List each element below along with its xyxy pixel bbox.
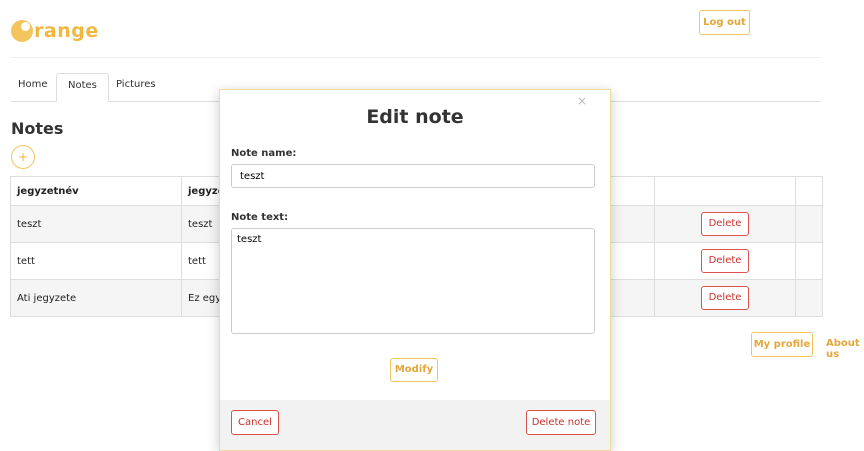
- actions-cell: Delete: [654, 242, 796, 280]
- brand-logo[interactable]: range: [11, 20, 99, 42]
- tab-notes[interactable]: Notes: [56, 73, 109, 102]
- about-us-link[interactable]: About us: [826, 338, 864, 360]
- note-name-cell: tett: [10, 242, 182, 280]
- tab-pictures[interactable]: Pictures: [116, 73, 156, 100]
- cancel-button[interactable]: Cancel: [231, 410, 279, 435]
- brand-text: range: [34, 20, 99, 42]
- column-header-actions: [654, 176, 796, 206]
- orange-logo-icon: [11, 20, 33, 42]
- modify-button[interactable]: Modify: [390, 358, 438, 382]
- empty-cell: [795, 205, 823, 243]
- delete-button[interactable]: Delete: [701, 249, 749, 273]
- close-icon[interactable]: ×: [577, 94, 587, 108]
- note-name-cell: teszt: [10, 205, 182, 243]
- column-header-name: jegyzetnév: [10, 176, 182, 206]
- page-title: Notes: [11, 119, 64, 138]
- note-text-input[interactable]: teszt: [231, 228, 595, 334]
- column-header-extra: [795, 176, 823, 206]
- delete-button[interactable]: Delete: [701, 286, 749, 310]
- modal-title: Edit note: [366, 106, 464, 128]
- logout-button[interactable]: Log out: [699, 10, 750, 35]
- note-name-cell: Ati jegyzete: [10, 279, 182, 317]
- delete-button[interactable]: Delete: [701, 212, 749, 236]
- actions-cell: Delete: [654, 279, 796, 317]
- empty-cell: [795, 242, 823, 280]
- my-profile-button[interactable]: My profile: [751, 332, 813, 357]
- note-name-label: Note name:: [231, 148, 297, 159]
- actions-cell: Delete: [654, 205, 796, 243]
- add-note-button[interactable]: +: [11, 145, 35, 169]
- edit-note-modal: Edit note × Note name: Note text: teszt …: [219, 89, 611, 451]
- tab-home[interactable]: Home: [18, 73, 48, 100]
- delete-note-button[interactable]: Delete note: [526, 410, 596, 435]
- header-divider: [11, 57, 820, 58]
- note-text-label: Note text:: [231, 212, 289, 223]
- modal-footer: Cancel Delete note: [220, 400, 610, 450]
- note-name-input[interactable]: [231, 164, 595, 188]
- empty-cell: [795, 279, 823, 317]
